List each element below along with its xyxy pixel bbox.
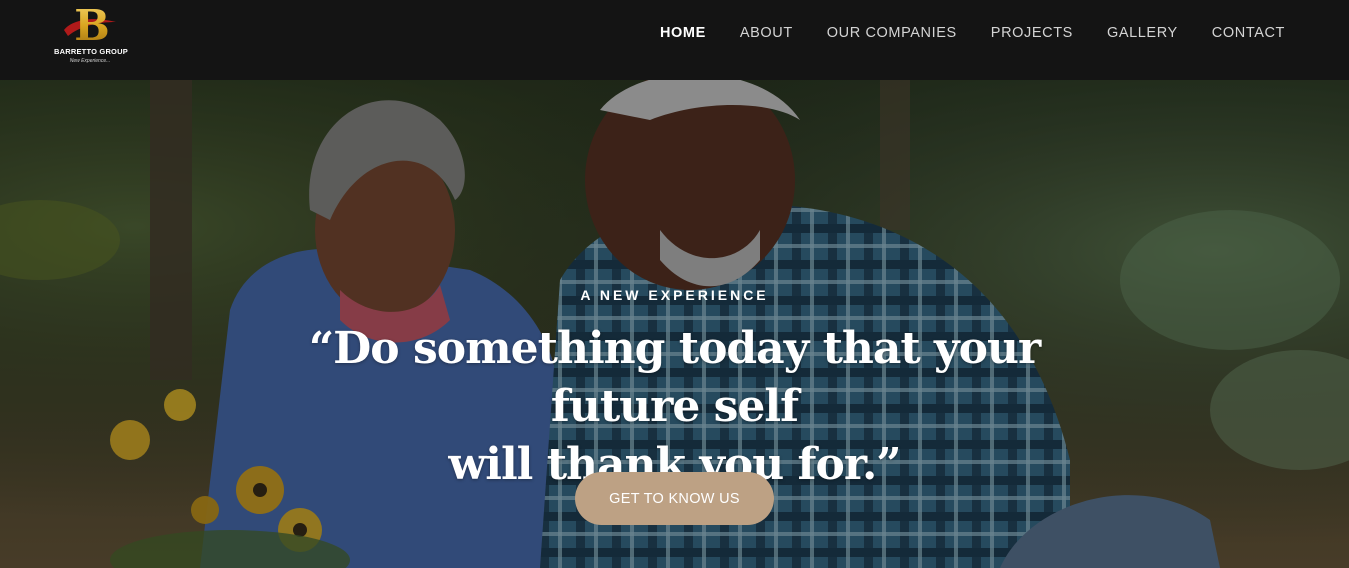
nav-about[interactable]: ABOUT — [740, 24, 793, 42]
brand-name: BARRETTO GROUP — [54, 47, 128, 56]
site-header: B BARRETTO GROUP New Experience... HOME … — [0, 0, 1349, 80]
hero-section: A NEW EXPERIENCE “Do something today tha… — [0, 80, 1349, 568]
brand-tagline: New Experience... — [69, 58, 111, 64]
nav-gallery[interactable]: GALLERY — [1107, 24, 1178, 42]
main-nav: HOME ABOUT OUR COMPANIES PROJECTS GALLER… — [660, 24, 1285, 42]
nav-home[interactable]: HOME — [660, 24, 706, 42]
get-to-know-us-button[interactable]: GET TO KNOW US — [575, 472, 774, 525]
nav-contact[interactable]: CONTACT — [1212, 24, 1285, 42]
nav-our-companies[interactable]: OUR COMPANIES — [827, 24, 957, 42]
brand-logo[interactable]: B BARRETTO GROUP New Experience... — [54, 0, 128, 72]
hero-quote: “Do something today that your future sel… — [250, 320, 1099, 494]
nav-projects[interactable]: PROJECTS — [991, 24, 1073, 42]
hero-kicker: A NEW EXPERIENCE — [580, 287, 769, 303]
hero-quote-line-1: “Do something today that your future sel… — [308, 323, 1041, 432]
logo-mark-icon: B — [64, 1, 116, 48]
svg-text:B: B — [74, 1, 110, 48]
